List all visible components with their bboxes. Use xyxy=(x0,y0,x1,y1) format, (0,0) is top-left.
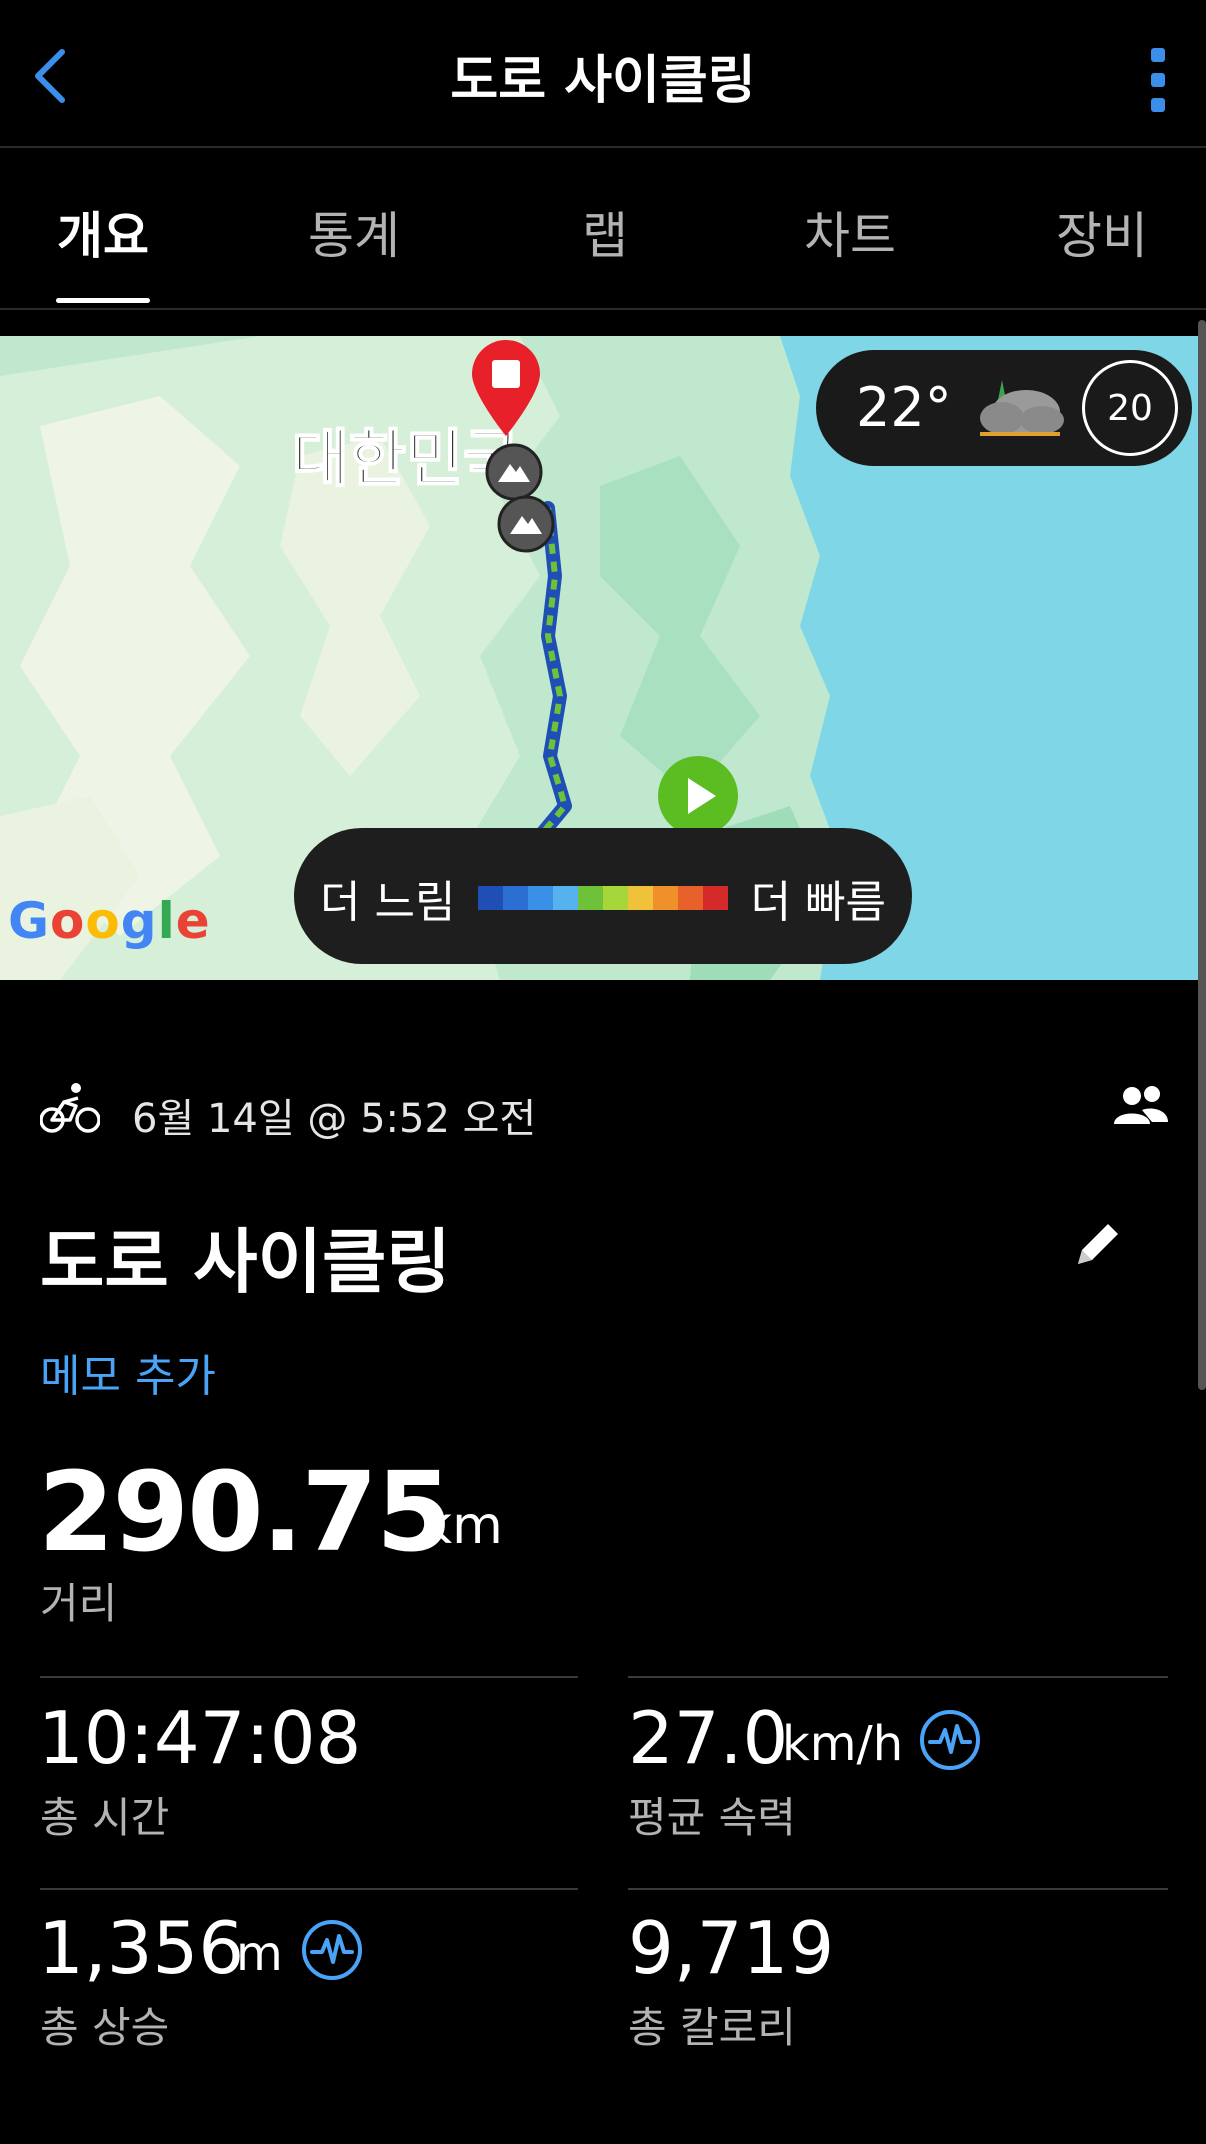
speed-color-swatch xyxy=(628,886,653,910)
page-title: 도로 사이클링 xyxy=(450,51,756,111)
speed-color-swatch xyxy=(703,886,728,910)
speed-color-swatch xyxy=(478,886,503,910)
total-ascent-label: 총 상승 xyxy=(40,2003,170,2052)
tab-charts[interactable]: 차트 xyxy=(800,196,900,268)
speed-color-swatch xyxy=(653,886,678,910)
more-dot-icon xyxy=(1151,73,1165,87)
wind-speed-indicator: 20 xyxy=(1082,360,1178,456)
distance-unit: km xyxy=(422,1496,503,1556)
summit-marker-icon[interactable] xyxy=(484,442,544,502)
cloudy-icon xyxy=(980,380,1064,436)
total-time-value: 10:47:08 xyxy=(38,1696,362,1780)
speed-color-swatch xyxy=(528,886,553,910)
weather-badge[interactable]: 22° 20 xyxy=(816,350,1192,466)
pencil-icon[interactable] xyxy=(1072,1218,1124,1270)
distance-label: 거리 xyxy=(40,1579,118,1628)
activity-title: 도로 사이클링 xyxy=(40,1221,451,1303)
total-calories-value: 9,719 xyxy=(628,1906,835,1990)
active-tab-indicator xyxy=(56,298,150,303)
end-marker-icon[interactable] xyxy=(466,338,546,438)
more-dot-icon xyxy=(1151,48,1165,62)
speed-color-swatch xyxy=(678,886,703,910)
more-options-button[interactable] xyxy=(1138,48,1178,112)
google-attribution: Google xyxy=(8,892,211,950)
stat-divider xyxy=(628,1888,1168,1890)
activity-pulse-icon[interactable] xyxy=(918,1708,982,1772)
stat-divider xyxy=(40,1676,578,1678)
more-dot-icon xyxy=(1151,98,1165,112)
speed-color-swatch xyxy=(578,886,603,910)
speed-color-swatch xyxy=(603,886,628,910)
speed-color-swatch xyxy=(503,886,528,910)
tab-gear[interactable]: 장비 xyxy=(1052,196,1152,268)
people-icon[interactable] xyxy=(1112,1082,1170,1132)
total-time-label: 총 시간 xyxy=(40,1793,170,1842)
bicycle-icon xyxy=(40,1083,100,1133)
speed-legend: 더 느림 더 빠름 xyxy=(294,828,912,964)
avg-speed-value: 27.0 xyxy=(628,1696,789,1780)
app-header: 도로 사이클링 xyxy=(0,0,1206,148)
legend-slower-label: 더 느림 xyxy=(320,877,456,928)
tab-laps[interactable]: 랩 xyxy=(570,196,640,268)
total-calories-label: 총 칼로리 xyxy=(628,2003,796,2052)
add-memo-link[interactable]: 메모 추가 xyxy=(40,1340,216,1404)
total-ascent-unit: m xyxy=(236,1926,283,1982)
tab-stats[interactable]: 통계 xyxy=(304,196,404,268)
stat-divider xyxy=(628,1676,1168,1678)
scrollbar[interactable] xyxy=(1198,320,1206,1390)
legend-faster-label: 더 빠름 xyxy=(750,877,886,928)
tab-overview[interactable]: 개요 xyxy=(56,196,150,268)
distance-value: 290.75 xyxy=(38,1448,452,1576)
stat-divider xyxy=(40,1888,578,1890)
tab-bar: 개요 통계 랩 차트 장비 xyxy=(0,150,1206,310)
activity-date: 6월 14일 @ 5:52 오전 xyxy=(132,1096,537,1142)
summit-marker-icon[interactable] xyxy=(496,494,556,554)
total-ascent-value: 1,356 xyxy=(38,1906,245,1990)
temperature-value: 22° xyxy=(856,376,952,439)
avg-speed-label: 평균 속력 xyxy=(628,1793,796,1842)
activity-date-row: 6월 14일 @ 5:52 오전 xyxy=(40,1080,1170,1142)
start-marker-icon[interactable] xyxy=(656,754,740,838)
activity-pulse-icon[interactable] xyxy=(300,1918,364,1982)
wind-speed-value: 20 xyxy=(1107,387,1153,429)
speed-color-scale xyxy=(478,886,728,910)
speed-color-swatch xyxy=(553,886,578,910)
avg-speed-unit: km/h xyxy=(782,1716,904,1772)
